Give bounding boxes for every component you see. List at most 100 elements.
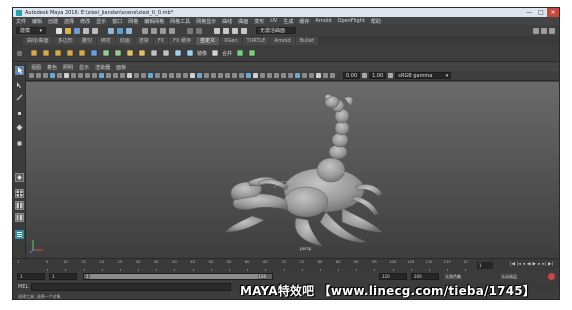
bevel-icon[interactable] <box>149 49 158 58</box>
snap-point-icon[interactable] <box>160 27 166 34</box>
render-settings-icon[interactable] <box>232 27 238 34</box>
colorspace-dropdown[interactable]: sRGB gamma ▾ <box>395 72 452 79</box>
shelf-tab[interactable]: 渲染 <box>134 36 153 45</box>
panel-tool-icon[interactable] <box>197 73 202 78</box>
hypershade-icon[interactable] <box>241 27 247 34</box>
panel-tool-icon[interactable] <box>162 73 167 78</box>
anim-layer-dropdown[interactable]: 无动画层 <box>499 273 541 280</box>
panel-tool-icon[interactable] <box>78 73 83 78</box>
menu-item[interactable]: 创建 <box>48 18 58 25</box>
shelf-button-label[interactable]: 镜像 <box>197 50 207 57</box>
menu-item[interactable]: OpenFlight <box>338 18 365 24</box>
attribute-editor-icon[interactable] <box>541 27 547 34</box>
poly-cylinder-icon[interactable] <box>53 49 62 58</box>
snap-grid-icon[interactable] <box>142 27 148 34</box>
shelf-tab[interactable]: TURTLE <box>242 36 270 45</box>
ipr-render-icon[interactable] <box>223 27 229 34</box>
panel-tool-icon[interactable] <box>281 73 286 78</box>
save-scene-icon[interactable] <box>74 27 80 34</box>
freeze-icon[interactable] <box>235 49 244 58</box>
current-frame-field[interactable]: 1 <box>477 262 493 269</box>
panel-tool-icon[interactable] <box>36 73 41 78</box>
step-back-key-icon[interactable]: |◂ <box>517 262 521 267</box>
menu-item[interactable]: UV <box>270 18 277 24</box>
four-view-layout-icon[interactable] <box>15 189 24 198</box>
delete-history-icon[interactable] <box>247 49 256 58</box>
playback-start-field[interactable]: 1 <box>49 273 77 280</box>
smooth-icon[interactable] <box>185 49 194 58</box>
range-slider-fill[interactable] <box>90 274 259 279</box>
play-forwards-icon[interactable]: ▶ <box>533 262 536 267</box>
mirror-icon[interactable] <box>173 49 182 58</box>
rotate-tool-icon[interactable] <box>15 123 24 132</box>
go-to-start-icon[interactable]: |◀ <box>510 262 515 267</box>
playback-end-field[interactable]: 120 <box>379 273 407 280</box>
menu-item[interactable]: 显示 <box>96 18 106 25</box>
panel-menu-item[interactable]: 显示 <box>79 64 89 71</box>
character-set-dropdown[interactable]: 无角色集 <box>443 273 493 280</box>
panel-tool-icon[interactable] <box>155 73 160 78</box>
panel-tool-icon[interactable] <box>211 73 216 78</box>
panel-tool-icon[interactable] <box>267 73 272 78</box>
poly-plane-icon[interactable] <box>65 49 74 58</box>
panel-tool-icon[interactable] <box>232 73 237 78</box>
panel-tool-icon[interactable] <box>29 73 34 78</box>
minimize-button[interactable]: — <box>523 8 535 17</box>
panel-tool-icon[interactable] <box>253 73 258 78</box>
step-back-icon[interactable]: ◂ <box>523 262 525 267</box>
shelf-tab[interactable]: FX <box>153 36 169 45</box>
side-by-side-layout-icon[interactable] <box>15 201 24 210</box>
shelf-tab[interactable]: XGen <box>220 36 242 45</box>
panel-menu-item[interactable]: 照明 <box>63 64 73 71</box>
shelf-tab[interactable]: Bullet <box>295 36 318 45</box>
panel-menu-item[interactable]: 渲染器 <box>95 64 110 71</box>
menu-item[interactable]: 变形 <box>254 18 264 25</box>
menu-item[interactable]: 选择 <box>64 18 74 25</box>
menu-item[interactable]: 窗口 <box>112 18 122 25</box>
panel-tool-icon[interactable] <box>43 73 48 78</box>
panel-tool-icon[interactable] <box>57 73 62 78</box>
persp-outliner-layout-icon[interactable] <box>15 213 24 222</box>
shelf-tab[interactable]: Arnold <box>270 36 295 45</box>
panel-tool-icon[interactable] <box>316 73 321 78</box>
step-forward-key-icon[interactable]: ▸| <box>542 262 546 267</box>
panel-tool-icon[interactable] <box>169 73 174 78</box>
panel-tool-icon[interactable] <box>274 73 279 78</box>
construction-history-icon[interactable] <box>187 27 193 34</box>
menu-item[interactable]: 帮助 <box>371 18 381 25</box>
undo-icon[interactable] <box>83 27 89 34</box>
animation-start-field[interactable]: 1 <box>17 273 45 280</box>
panel-tool-icon[interactable] <box>120 73 125 78</box>
panel-tool-icon[interactable] <box>323 73 328 78</box>
outliner-icon[interactable] <box>15 230 24 239</box>
maximize-button[interactable]: □ <box>535 8 547 17</box>
shelf-tab[interactable]: 绑定 <box>96 36 115 45</box>
menu-item[interactable]: 缓存 <box>299 18 309 25</box>
menu-item[interactable]: 编辑网格 <box>144 18 164 25</box>
menu-item[interactable]: 修改 <box>80 18 90 25</box>
menu-item[interactable]: 编辑 <box>32 18 42 25</box>
bridge-icon[interactable] <box>137 49 146 58</box>
paint-select-icon[interactable] <box>15 93 24 102</box>
center-pivot-icon[interactable] <box>210 49 219 58</box>
move-tool-icon[interactable] <box>15 109 24 118</box>
exposure-field[interactable]: 0.00 <box>343 72 361 79</box>
poly-cube-icon[interactable] <box>29 49 38 58</box>
play-backwards-icon[interactable]: ◀ <box>527 262 530 267</box>
auto-key-icon[interactable] <box>548 273 555 280</box>
command-input[interactable] <box>31 283 231 291</box>
panel-tool-icon[interactable] <box>71 73 76 78</box>
shelf-tab[interactable]: 多边形 <box>53 36 77 45</box>
panel-tool-icon[interactable] <box>50 73 55 78</box>
panel-tool-icon[interactable] <box>64 73 69 78</box>
panel-menu-item[interactable]: 面板 <box>116 64 126 71</box>
shelf-tab[interactable]: 自定义 <box>195 36 219 45</box>
combine-icon[interactable] <box>101 49 110 58</box>
input-output-icon[interactable] <box>196 27 202 34</box>
select-object-icon[interactable] <box>117 27 123 34</box>
panel-tool-icon[interactable] <box>302 73 307 78</box>
select-tool-icon[interactable] <box>15 66 24 75</box>
panel-tool-icon[interactable] <box>330 73 335 78</box>
panel-tool-icon[interactable] <box>218 73 223 78</box>
perspective-viewport[interactable]: persp <box>26 82 559 258</box>
